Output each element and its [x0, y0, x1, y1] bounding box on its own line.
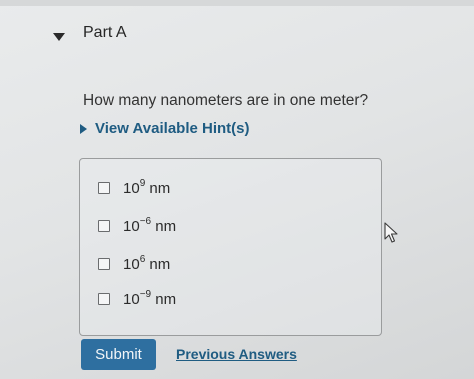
- option-3[interactable]: 106 nm: [98, 254, 171, 273]
- option-3-label: 106 nm: [123, 254, 171, 273]
- option-3-checkbox[interactable]: [98, 258, 110, 270]
- question-text: How many nanometers are in one meter?: [83, 92, 369, 109]
- option-1-checkbox[interactable]: [98, 182, 110, 194]
- option-2-label: 10−6 nm: [123, 216, 177, 235]
- part-title[interactable]: Part A: [83, 24, 127, 42]
- option-4[interactable]: 10−9 nm: [98, 289, 177, 308]
- top-divider: [0, 0, 474, 6]
- previous-answers-link[interactable]: Previous Answers: [176, 346, 297, 362]
- mouse-pointer-icon: [384, 222, 400, 249]
- option-1-label: 109 nm: [123, 178, 171, 197]
- caret-right-icon: [80, 123, 87, 134]
- option-2[interactable]: 10−6 nm: [98, 216, 177, 235]
- caret-down-icon[interactable]: [52, 31, 66, 43]
- option-4-label: 10−9 nm: [123, 289, 177, 308]
- submit-button[interactable]: Submit: [81, 339, 156, 370]
- answer-options-box: 109 nm 10−6 nm 106 nm 10−9 nm: [79, 158, 382, 336]
- option-1[interactable]: 109 nm: [98, 178, 171, 197]
- option-4-checkbox[interactable]: [98, 293, 110, 305]
- view-hints-label: View Available Hint(s): [95, 120, 250, 137]
- option-2-checkbox[interactable]: [98, 220, 110, 232]
- view-hints-link[interactable]: View Available Hint(s): [80, 120, 250, 137]
